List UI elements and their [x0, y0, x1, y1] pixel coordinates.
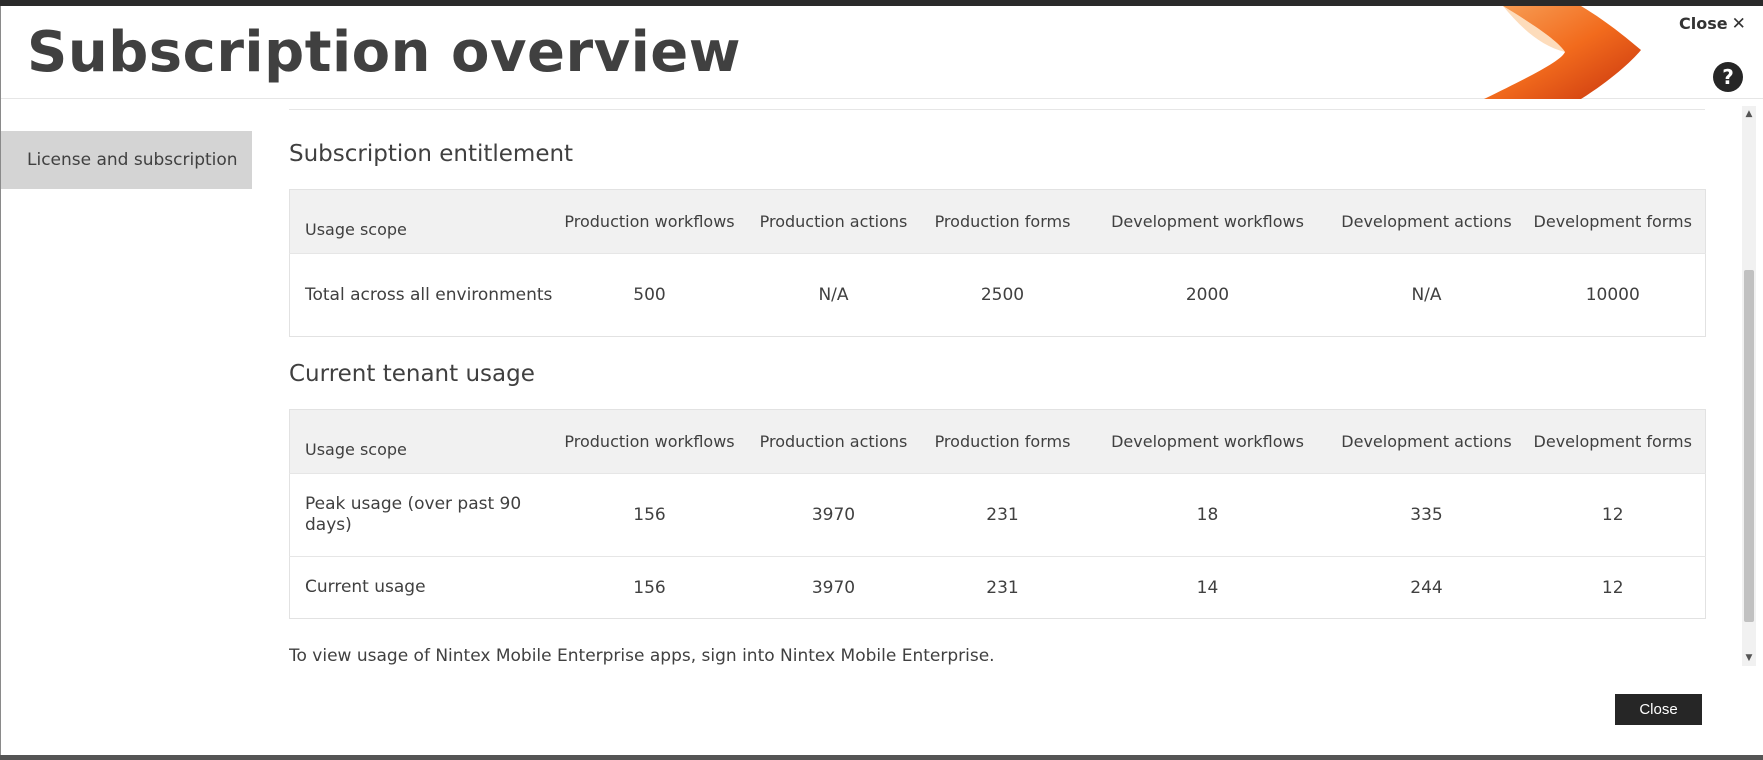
column-header: Development workflows — [1082, 189, 1333, 254]
table-cell: 18 — [1082, 473, 1333, 557]
entitlement-title: Subscription entitlement — [289, 141, 574, 167]
table-cell: 244 — [1332, 556, 1521, 619]
column-header: Development workflows — [1082, 409, 1333, 474]
sidebar-item-license-and-subscription[interactable]: License and subscription — [1, 131, 252, 189]
table-cell: Total across all environments — [289, 253, 555, 337]
table-cell: N/A — [744, 253, 923, 337]
table-cell: 156 — [554, 473, 745, 557]
mobile-usage-note: To view usage of Nintex Mobile Enterpris… — [289, 646, 995, 666]
column-header: Production actions — [744, 409, 923, 474]
table-cell: 2000 — [1082, 253, 1333, 337]
close-link[interactable]: Close ✕ — [1679, 14, 1746, 34]
table-row: Peak usage (over past 90 days) 156 3970 … — [289, 473, 1706, 557]
table-row: Current usage 156 3970 231 14 244 12 — [289, 556, 1706, 619]
table-cell: 500 — [554, 253, 745, 337]
column-header: Development actions — [1332, 409, 1521, 474]
table-cell: 335 — [1332, 473, 1521, 557]
column-header: Development forms — [1520, 409, 1706, 474]
table-cell: 3970 — [744, 473, 923, 557]
subscription-dialog: Subscription overview Close ✕ ? License a… — [0, 6, 1763, 755]
column-header: Production forms — [922, 409, 1083, 474]
help-icon[interactable]: ? — [1713, 62, 1743, 92]
entitlement-table: Usage scope Production workflows Product… — [289, 189, 1706, 337]
dialog-header: Subscription overview Close ✕ ? — [1, 6, 1763, 99]
column-header: Production actions — [744, 189, 923, 254]
vertical-scrollbar[interactable]: ▲ ▼ — [1742, 106, 1756, 666]
divider — [289, 109, 1705, 110]
table-cell: Current usage — [289, 556, 555, 619]
table-cell: 156 — [554, 556, 745, 619]
close-link-label: Close — [1679, 14, 1728, 33]
close-button[interactable]: Close — [1615, 694, 1702, 725]
table-cell: 2500 — [922, 253, 1083, 337]
column-header: Production forms — [922, 189, 1083, 254]
scroll-down-icon[interactable]: ▼ — [1742, 650, 1756, 666]
page-title: Subscription overview — [27, 20, 741, 85]
sidebar-item-label: License and subscription — [27, 150, 238, 170]
table-cell: 231 — [922, 473, 1083, 557]
table-cell: Peak usage (over past 90 days) — [289, 473, 555, 557]
table-cell: 14 — [1082, 556, 1333, 619]
table-cell: 3970 — [744, 556, 923, 619]
column-header: Production workflows — [554, 189, 745, 254]
table-cell: 231 — [922, 556, 1083, 619]
table-header-row: Usage scope Production workflows Product… — [289, 189, 1706, 254]
window-bottom-bar — [0, 755, 1763, 760]
scroll-up-icon[interactable]: ▲ — [1742, 106, 1756, 122]
usage-table: Usage scope Production workflows Product… — [289, 409, 1706, 619]
table-cell: N/A — [1332, 253, 1521, 337]
column-header: Development forms — [1520, 189, 1706, 254]
usage-title: Current tenant usage — [289, 361, 535, 387]
table-header-row: Usage scope Production workflows Product… — [289, 409, 1706, 474]
scrollbar-thumb[interactable] — [1744, 270, 1754, 622]
close-icon: ✕ — [1731, 14, 1746, 34]
table-cell: 12 — [1520, 473, 1706, 557]
column-header: Development actions — [1332, 189, 1521, 254]
column-header: Production workflows — [554, 409, 745, 474]
table-cell: 12 — [1520, 556, 1706, 619]
column-header: Usage scope — [289, 409, 555, 474]
column-header: Usage scope — [289, 189, 555, 254]
main-content: Subscription entitlement Usage scope Pro… — [289, 99, 1729, 666]
brand-chevron-logo — [1484, 6, 1641, 99]
table-cell: 10000 — [1520, 253, 1706, 337]
table-row: Total across all environments 500 N/A 25… — [289, 253, 1706, 337]
